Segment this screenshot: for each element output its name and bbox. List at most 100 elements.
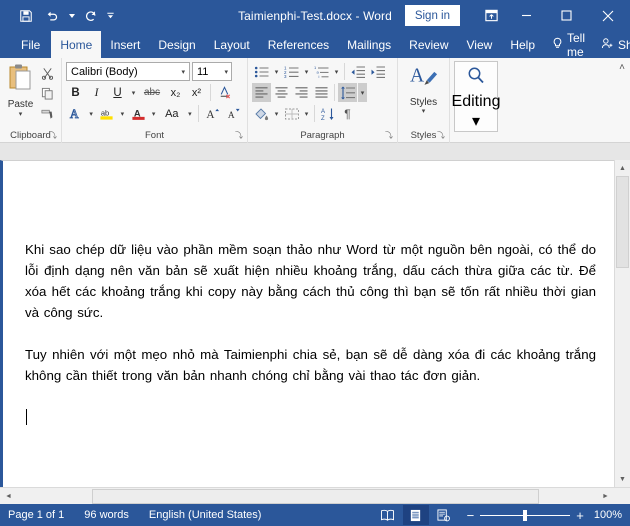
cut-button[interactable]: [37, 64, 57, 82]
maximize-button[interactable]: [546, 0, 586, 31]
horizontal-scroll-track[interactable]: [17, 488, 597, 505]
undo-dropdown-icon[interactable]: [66, 5, 77, 27]
close-button[interactable]: [586, 0, 630, 31]
styles-button[interactable]: A Styles ▾: [402, 61, 445, 115]
bullets-button[interactable]: [252, 62, 271, 81]
grow-font-icon[interactable]: A: [203, 104, 222, 123]
paste-dropdown-icon[interactable]: ▾: [19, 110, 23, 118]
numbering-dropdown-icon[interactable]: ▾: [302, 68, 311, 76]
font-size-combobox[interactable]: 11 ▾: [192, 62, 232, 81]
superscript-button[interactable]: x²: [187, 83, 206, 102]
save-icon[interactable]: [14, 5, 38, 27]
tab-file[interactable]: File: [10, 31, 51, 58]
zoom-in-button[interactable]: +: [576, 509, 584, 522]
line-spacing-dropdown-icon[interactable]: ▾: [358, 83, 367, 102]
shrink-font-icon[interactable]: A: [224, 104, 243, 123]
sort-button[interactable]: AZ: [318, 104, 337, 123]
subscript-button[interactable]: x₂: [166, 83, 185, 102]
borders-dropdown-icon[interactable]: ▾: [302, 110, 311, 118]
copy-button[interactable]: [37, 84, 57, 102]
text-effects-icon[interactable]: A: [66, 104, 85, 123]
paste-button[interactable]: Paste ▾: [4, 61, 37, 122]
align-right-button[interactable]: [292, 83, 311, 102]
font-color-dropdown-icon[interactable]: ▾: [150, 110, 158, 118]
scroll-right-icon[interactable]: ►: [597, 488, 614, 505]
numbering-button[interactable]: 123: [282, 62, 301, 81]
line-spacing-button[interactable]: [338, 83, 357, 102]
web-layout-icon[interactable]: [431, 505, 457, 525]
highlight-dropdown-icon[interactable]: ▾: [118, 110, 126, 118]
clear-formatting-icon[interactable]: [215, 83, 234, 102]
editing-dropdown-icon[interactable]: ▾: [472, 111, 480, 131]
clipboard-dialog-launcher-icon[interactable]: ⤵: [49, 130, 57, 141]
align-center-button[interactable]: [272, 83, 291, 102]
vertical-scroll-thumb[interactable]: [616, 176, 629, 268]
change-case-dropdown-icon[interactable]: ▾: [186, 110, 194, 118]
zoom-slider-thumb[interactable]: [523, 509, 528, 521]
shading-dropdown-icon[interactable]: ▾: [272, 110, 281, 118]
tab-mailings[interactable]: Mailings: [338, 31, 400, 58]
horizontal-scroll-thumb[interactable]: [92, 488, 539, 504]
word-count[interactable]: 96 words: [84, 509, 129, 521]
vertical-scroll-track[interactable]: [615, 176, 630, 471]
tab-insert[interactable]: Insert: [101, 31, 149, 58]
scroll-down-icon[interactable]: ▼: [615, 471, 630, 487]
sign-in-button[interactable]: Sign in: [404, 5, 460, 26]
tab-layout[interactable]: Layout: [205, 31, 259, 58]
borders-button[interactable]: [282, 104, 301, 123]
document-page[interactable]: Khi sao chép dữ liệu vào phần mềm soạn t…: [3, 161, 614, 428]
language-indicator[interactable]: English (United States): [149, 509, 262, 521]
share-button[interactable]: Share: [593, 31, 630, 58]
zoom-out-button[interactable]: −: [467, 509, 475, 522]
zoom-level-label[interactable]: 100%: [594, 509, 622, 521]
multilevel-dropdown-icon[interactable]: ▾: [332, 68, 341, 76]
multilevel-list-button[interactable]: 1ai: [312, 62, 331, 81]
zoom-slider-track[interactable]: [480, 509, 571, 521]
print-layout-icon[interactable]: [402, 505, 429, 525]
underline-button[interactable]: U: [108, 83, 127, 102]
vertical-scrollbar[interactable]: ▲ ▼: [614, 160, 630, 487]
undo-icon[interactable]: [40, 5, 64, 27]
tell-me-button[interactable]: Tell me: [544, 31, 593, 59]
change-case-button[interactable]: Aa: [160, 104, 184, 123]
tab-help[interactable]: Help: [501, 31, 544, 58]
read-mode-icon[interactable]: [375, 505, 401, 525]
underline-dropdown-icon[interactable]: ▾: [129, 89, 138, 97]
text-effects-dropdown-icon[interactable]: ▾: [87, 110, 95, 118]
format-painter-button[interactable]: [37, 104, 57, 122]
bullets-dropdown-icon[interactable]: ▾: [272, 68, 281, 76]
styles-dropdown-icon[interactable]: ▾: [422, 108, 426, 115]
tab-home[interactable]: Home: [51, 31, 102, 58]
tab-review[interactable]: Review: [400, 31, 457, 58]
editing-button[interactable]: Editing ▾: [452, 61, 500, 132]
redo-icon[interactable]: [79, 5, 103, 27]
minimize-button[interactable]: [506, 0, 546, 31]
font-dialog-launcher-icon[interactable]: ⤵: [235, 130, 243, 141]
increase-indent-button[interactable]: [368, 62, 387, 81]
font-name-dropdown-icon[interactable]: ▾: [181, 68, 185, 76]
tab-references[interactable]: References: [259, 31, 338, 58]
show-formatting-marks-button[interactable]: ¶: [338, 104, 357, 123]
text-highlight-icon[interactable]: ab: [97, 104, 116, 123]
zoom-control[interactable]: − + 100%: [467, 509, 622, 522]
page-indicator[interactable]: Page 1 of 1: [8, 509, 64, 521]
ribbon-display-options-icon[interactable]: [476, 0, 506, 31]
document-canvas[interactable]: Khi sao chép dữ liệu vào phần mềm soạn t…: [0, 160, 614, 487]
scroll-left-icon[interactable]: ◄: [0, 488, 17, 505]
tab-design[interactable]: Design: [149, 31, 204, 58]
shading-button[interactable]: [252, 104, 271, 123]
styles-dialog-launcher-icon[interactable]: ⤵: [437, 130, 445, 141]
align-left-button[interactable]: [252, 83, 271, 102]
scroll-up-icon[interactable]: ▲: [615, 160, 630, 176]
paragraph-dialog-launcher-icon[interactable]: ⤵: [385, 130, 393, 141]
collapse-ribbon-icon[interactable]: ˄: [619, 62, 625, 73]
tab-view[interactable]: View: [458, 31, 502, 58]
strikethrough-button[interactable]: abc: [140, 83, 164, 102]
font-name-combobox[interactable]: Calibri (Body) ▾: [66, 62, 190, 81]
justify-button[interactable]: [312, 83, 331, 102]
font-size-dropdown-icon[interactable]: ▾: [224, 68, 228, 76]
italic-button[interactable]: I: [87, 83, 106, 102]
font-color-icon[interactable]: A: [129, 104, 148, 123]
customize-quick-access-icon[interactable]: [105, 5, 116, 27]
bold-button[interactable]: B: [66, 83, 85, 102]
